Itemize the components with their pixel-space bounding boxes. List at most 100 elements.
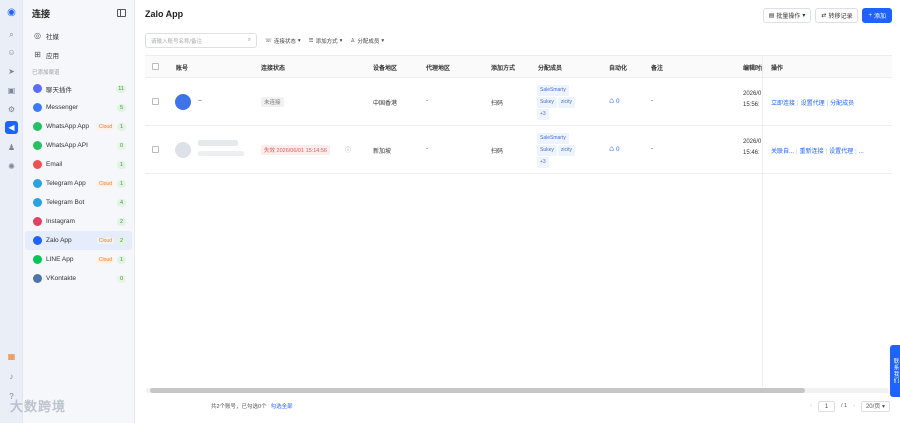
- proxy-region: -: [426, 98, 428, 104]
- row-checkbox[interactable]: [152, 98, 159, 105]
- prev-page-icon[interactable]: ‹: [810, 403, 812, 409]
- col-ops: 操作: [771, 66, 784, 72]
- scrollbar-thumb[interactable]: [150, 388, 805, 393]
- transfer-log-button[interactable]: ⇄ 转移记录: [815, 8, 859, 23]
- row-action-link[interactable]: 关联自...: [771, 149, 794, 155]
- channel-count: 0: [117, 274, 126, 283]
- sidebar-item-channel[interactable]: WhatsApp App Cloud 1: [25, 117, 132, 136]
- contacts-nav-icon[interactable]: ☺: [5, 46, 18, 59]
- channel-count: 1: [117, 255, 126, 264]
- row-action-link[interactable]: 立即连接: [771, 101, 795, 107]
- sidebar-item-channel[interactable]: Zalo App Cloud 2: [25, 231, 132, 250]
- gift-icon[interactable]: ▦: [5, 350, 18, 363]
- robot-icon: ♺: [609, 147, 615, 153]
- avatar: [175, 94, 191, 110]
- channel-icon: [33, 274, 42, 283]
- channel-icon: [33, 122, 42, 131]
- select-all-link[interactable]: 勾选全部: [271, 402, 293, 410]
- row-action-link[interactable]: 重新连接: [800, 149, 824, 155]
- channel-label: Telegram Bot: [46, 199, 85, 206]
- action-separator: |: [796, 149, 798, 155]
- members-filter[interactable]: ♙ 分配成员 ▾: [350, 37, 384, 45]
- page-size-select[interactable]: 20/页 ▾: [860, 400, 890, 412]
- add-button[interactable]: + 添加: [862, 8, 892, 23]
- channel-icon: [33, 217, 42, 226]
- proxy-region: -: [426, 146, 428, 152]
- collapse-sidebar-icon[interactable]: [117, 9, 126, 17]
- settings-nav-icon[interactable]: ✺: [5, 160, 18, 173]
- sidebar-item-channel[interactable]: 聊天插件 11: [25, 79, 132, 98]
- channel-label: VKontakte: [46, 275, 76, 282]
- row-action-link[interactable]: 分配成员: [830, 101, 854, 107]
- status-badge: 失效 2026/06/01 15:14:56: [261, 145, 330, 155]
- app-logo-icon[interactable]: ◉: [5, 6, 18, 19]
- horizontal-scrollbar[interactable]: [146, 388, 889, 393]
- action-separator: |: [797, 101, 799, 107]
- info-icon[interactable]: ⓘ: [345, 145, 351, 154]
- channel-icon: [33, 179, 42, 188]
- automation-count[interactable]: ♺ 0: [609, 146, 619, 153]
- row-actions: 关联自... | 重新连接 | 设置代理 |...: [763, 126, 892, 174]
- channel-count: 2: [117, 217, 126, 226]
- connect-nav-icon[interactable]: ◀: [5, 121, 18, 134]
- channel-count: 4: [117, 198, 126, 207]
- automation-count[interactable]: ♺ 0: [609, 98, 619, 105]
- list-icon: ☰: [308, 37, 314, 44]
- blurred-id: [198, 151, 244, 156]
- gear-nav-icon[interactable]: ⚙: [5, 103, 18, 116]
- channel-icon: [33, 255, 42, 264]
- sidebar-item-apps[interactable]: ⊞ 应用: [25, 45, 132, 64]
- edit-time-date: 2026/0: [743, 139, 762, 145]
- chat-nav-icon[interactable]: ▣: [5, 84, 18, 97]
- member-tag: +3: [537, 109, 549, 120]
- channel-sidebar: 连接 ◎ 社媒 ⊞ 应用 已添加渠道 聊天插件 11 Messenger 5 Whats…: [23, 0, 135, 423]
- channel-icon: [33, 236, 42, 245]
- search-icon: ⌕: [247, 37, 251, 43]
- sidebar-item-channel[interactable]: Instagram 2: [25, 212, 132, 231]
- add-method: 扫码: [491, 149, 504, 155]
- member-tag: SaleSmarty: [537, 133, 569, 144]
- row-action-link[interactable]: ...: [859, 149, 864, 155]
- icon-rail: ◉ ⌕ ☺ ➤ ▣ ⚙ ◀ ♟ ✺ ▦ ♪ ?: [0, 0, 23, 423]
- channel-count: 1: [117, 160, 126, 169]
- member-tag: zicity: [557, 97, 576, 108]
- search-input[interactable]: 请输入账号名称/备注 ⌕: [145, 33, 257, 48]
- row-action-link[interactable]: 设置代理: [801, 101, 825, 107]
- sidebar-item-channel[interactable]: Telegram Bot 4: [25, 193, 132, 212]
- sidebar-item-channel[interactable]: Telegram App Cloud 1: [25, 174, 132, 193]
- chevron-down-icon: ▾: [802, 13, 806, 19]
- users-nav-icon[interactable]: ♟: [5, 141, 18, 154]
- sidebar-item-channel[interactable]: WhatsApp API 0: [25, 136, 132, 155]
- channel-label: Instagram: [46, 218, 75, 225]
- sidebar-item-channel[interactable]: LINE App Cloud 1: [25, 250, 132, 269]
- channel-icon: [33, 198, 42, 207]
- table-footer: 共2个账号，已勾选0个 勾选全部 ‹ 1 / 1 › 20/页 ▾: [145, 400, 890, 412]
- cloud-badge: Cloud: [96, 180, 114, 187]
- action-separator: |: [855, 149, 857, 155]
- col-add-method: 添加方式: [491, 66, 516, 72]
- cloud-badge: Cloud: [96, 256, 114, 263]
- member-tag: Sukey: [537, 145, 557, 156]
- page-input[interactable]: 1: [818, 400, 835, 412]
- conn-status-filter[interactable]: ☏ 连接状态 ▾: [265, 37, 301, 45]
- chevron-down-icon: ▾: [339, 37, 343, 44]
- member-tag: Sukey: [537, 97, 557, 108]
- next-page-icon[interactable]: ›: [853, 403, 855, 409]
- contact-us-tab[interactable]: 联系我们: [890, 345, 900, 397]
- row-action-link[interactable]: 设置代理: [829, 149, 853, 155]
- sidebar-item-channel[interactable]: VKontakte 0: [25, 269, 132, 288]
- send-nav-icon[interactable]: ➤: [5, 65, 18, 78]
- add-method-filter[interactable]: ☰ 添加方式 ▾: [309, 37, 343, 45]
- sidebar-item-channel[interactable]: Email 1: [25, 155, 132, 174]
- search-nav-icon[interactable]: ⌕: [5, 28, 18, 41]
- batch-ops-button[interactable]: ▤ 批量操作 ▾: [762, 8, 812, 23]
- sidebar-item-social[interactable]: ◎ 社媒: [25, 26, 132, 45]
- bell-icon[interactable]: ♪: [5, 370, 18, 383]
- sidebar-title: 连接: [32, 8, 51, 19]
- select-all-checkbox[interactable]: [152, 63, 159, 70]
- sidebar-item-channel[interactable]: Messenger 5: [25, 98, 132, 117]
- edit-time-date: 2026/0: [743, 91, 762, 97]
- robot-icon: ♺: [609, 99, 615, 105]
- row-checkbox[interactable]: [152, 146, 159, 153]
- plus-icon: +: [868, 12, 872, 19]
